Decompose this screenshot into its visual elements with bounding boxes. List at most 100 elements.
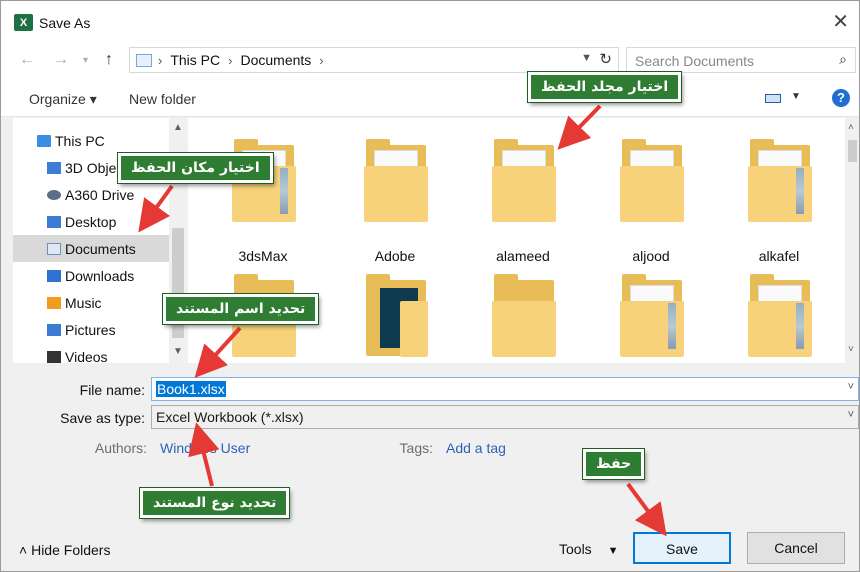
breadcrumb-this-pc[interactable]: This PC bbox=[170, 52, 220, 68]
view-options-icon[interactable] bbox=[765, 94, 781, 103]
annotation-choose-folder: اختيار مجلد الحفظ bbox=[528, 72, 682, 102]
chevron-up-icon: ˄ bbox=[19, 542, 28, 558]
annotation-set-type: تحديد نوع المستند bbox=[140, 488, 290, 518]
search-placeholder: Search Documents bbox=[635, 53, 755, 69]
nav-item-a360-drive[interactable]: A360 Drive bbox=[47, 181, 187, 208]
address-dropdown-icon[interactable]: ▼ bbox=[581, 52, 592, 64]
nav-item-documents[interactable]: Documents bbox=[13, 235, 169, 262]
nav-item-label: A360 Drive bbox=[65, 186, 135, 203]
tags-label: Tags: bbox=[399, 440, 433, 456]
folder-front bbox=[492, 166, 556, 222]
nav-item-this-pc[interactable]: This PC bbox=[37, 127, 187, 154]
address-bar[interactable]: › This PC › Documents › ▼ ↻ bbox=[129, 47, 619, 73]
save-as-type-value: Excel Workbook (*.xlsx) bbox=[156, 409, 304, 425]
refresh-icon[interactable]: ↻ bbox=[599, 50, 612, 68]
save-button[interactable]: Save bbox=[633, 532, 731, 564]
help-icon[interactable]: ? bbox=[832, 89, 850, 107]
recent-locations-icon[interactable]: ▾ bbox=[83, 55, 88, 66]
nav-item-label: Music bbox=[65, 294, 102, 311]
folder-preview-strip bbox=[796, 303, 804, 349]
nav-item-downloads[interactable]: Downloads bbox=[47, 262, 187, 289]
documents-location-icon bbox=[136, 53, 152, 67]
add-tag-link[interactable]: Add a tag bbox=[446, 440, 506, 456]
file-list-scrollbar[interactable]: ˄ ˅ bbox=[846, 118, 859, 363]
file-name-label: File name: bbox=[79, 382, 145, 398]
search-icon[interactable]: ⌕ bbox=[839, 51, 847, 68]
folder-label: Adobe bbox=[374, 248, 416, 264]
dialog-title: Save As bbox=[39, 15, 91, 31]
folder-front bbox=[492, 301, 556, 357]
new-folder-button[interactable]: New folder bbox=[129, 91, 196, 107]
command-toolbar: Organize ▾ New folder ▼ ? bbox=[1, 79, 859, 117]
annotation-choose-location: اختيار مكان الحفظ bbox=[118, 153, 273, 183]
chevron-right-icon[interactable]: › bbox=[228, 53, 232, 68]
annotation-save: حفظ bbox=[583, 449, 645, 479]
file-list: 3dsMax Adobe alameed aljood alkafel bbox=[187, 118, 845, 363]
folder-preview-strip bbox=[280, 168, 288, 214]
folder-front bbox=[400, 301, 428, 357]
folder-label: 3dsMax bbox=[238, 248, 288, 264]
authors-value[interactable]: Windows User bbox=[160, 440, 250, 456]
tools-label: Tools bbox=[559, 541, 592, 557]
scroll-up-icon[interactable]: ˄ bbox=[848, 122, 854, 133]
chevron-down-icon: ▼ bbox=[607, 545, 619, 557]
cancel-button[interactable]: Cancel bbox=[747, 532, 845, 564]
nav-item-label: Documents bbox=[65, 240, 136, 257]
excel-icon: X bbox=[14, 14, 33, 31]
folder-item[interactable] bbox=[734, 263, 824, 363]
3d-objects-icon bbox=[47, 161, 61, 174]
folder-label: alkafel bbox=[758, 248, 800, 264]
folder-front bbox=[364, 166, 428, 222]
folder-item-adobe[interactable]: Adobe bbox=[350, 128, 440, 264]
up-arrow-icon[interactable]: ↑ bbox=[105, 51, 113, 69]
scroll-up-icon[interactable]: ▲ bbox=[173, 122, 183, 133]
close-icon[interactable]: ✕ bbox=[832, 9, 849, 34]
documents-icon bbox=[47, 242, 61, 255]
videos-icon bbox=[47, 350, 61, 363]
folder-item[interactable] bbox=[350, 263, 440, 363]
authors-label: Authors: bbox=[94, 440, 147, 456]
nav-item-label: Pictures bbox=[65, 321, 116, 338]
save-as-type-select[interactable]: Excel Workbook (*.xlsx) ˅ bbox=[151, 405, 859, 429]
back-arrow-icon[interactable]: ← bbox=[19, 51, 35, 69]
folder-label: alameed bbox=[496, 248, 550, 264]
cloud-drive-icon bbox=[47, 189, 61, 200]
view-dropdown-icon[interactable]: ▼ bbox=[791, 91, 801, 102]
tools-button[interactable]: Tools ▼ bbox=[559, 541, 618, 557]
navigation-bar: ← → ▾ ↑ › This PC › Documents › ▼ ↻ Sear… bbox=[1, 43, 859, 79]
folder-item-alkafel[interactable]: alkafel bbox=[734, 128, 824, 264]
nav-item-label: Desktop bbox=[65, 213, 117, 230]
scroll-down-icon[interactable]: ▼ bbox=[173, 346, 183, 357]
nav-item-label: Videos bbox=[65, 348, 108, 364]
hide-folders-button[interactable]: ˄ Hide Folders bbox=[19, 542, 110, 558]
chevron-down-icon[interactable]: ˅ bbox=[848, 409, 854, 421]
downloads-icon bbox=[47, 269, 61, 282]
save-as-type-label: Save as type: bbox=[60, 410, 145, 426]
folder-preview-strip bbox=[668, 303, 676, 349]
scroll-thumb[interactable] bbox=[848, 140, 857, 162]
folder-item-aljood[interactable]: aljood bbox=[606, 128, 696, 264]
folder-item-3dsmax[interactable]: 3dsMax bbox=[218, 128, 308, 264]
file-name-input[interactable]: Book1.xlsx ˅ bbox=[151, 377, 859, 401]
file-name-value: Book1.xlsx bbox=[156, 381, 226, 397]
forward-arrow-icon[interactable]: → bbox=[53, 51, 69, 69]
breadcrumb-documents[interactable]: Documents bbox=[240, 52, 311, 68]
folder-front bbox=[620, 166, 684, 222]
folder-item-alameed[interactable]: alameed bbox=[478, 128, 568, 264]
hide-folders-label: Hide Folders bbox=[31, 542, 111, 558]
music-icon bbox=[47, 296, 61, 309]
chevron-down-icon[interactable]: ˅ bbox=[848, 381, 854, 393]
nav-item-label: This PC bbox=[55, 132, 105, 149]
search-input[interactable]: Search Documents ⌕ bbox=[626, 47, 856, 73]
organize-button[interactable]: Organize ▾ bbox=[29, 91, 97, 108]
scroll-down-icon[interactable]: ˅ bbox=[848, 344, 854, 355]
chevron-right-icon[interactable]: › bbox=[319, 53, 323, 68]
folder-item[interactable] bbox=[606, 263, 696, 363]
chevron-right-icon[interactable]: › bbox=[158, 53, 162, 68]
annotation-set-name: تحديد اسم المستند bbox=[163, 294, 319, 324]
save-as-dialog: X Save As ✕ ← → ▾ ↑ › This PC › Document… bbox=[0, 0, 860, 572]
nav-item-desktop[interactable]: Desktop bbox=[47, 208, 187, 235]
nav-item-videos[interactable]: Videos bbox=[47, 343, 187, 363]
folder-item[interactable] bbox=[478, 263, 568, 363]
folder-preview-strip bbox=[796, 168, 804, 214]
